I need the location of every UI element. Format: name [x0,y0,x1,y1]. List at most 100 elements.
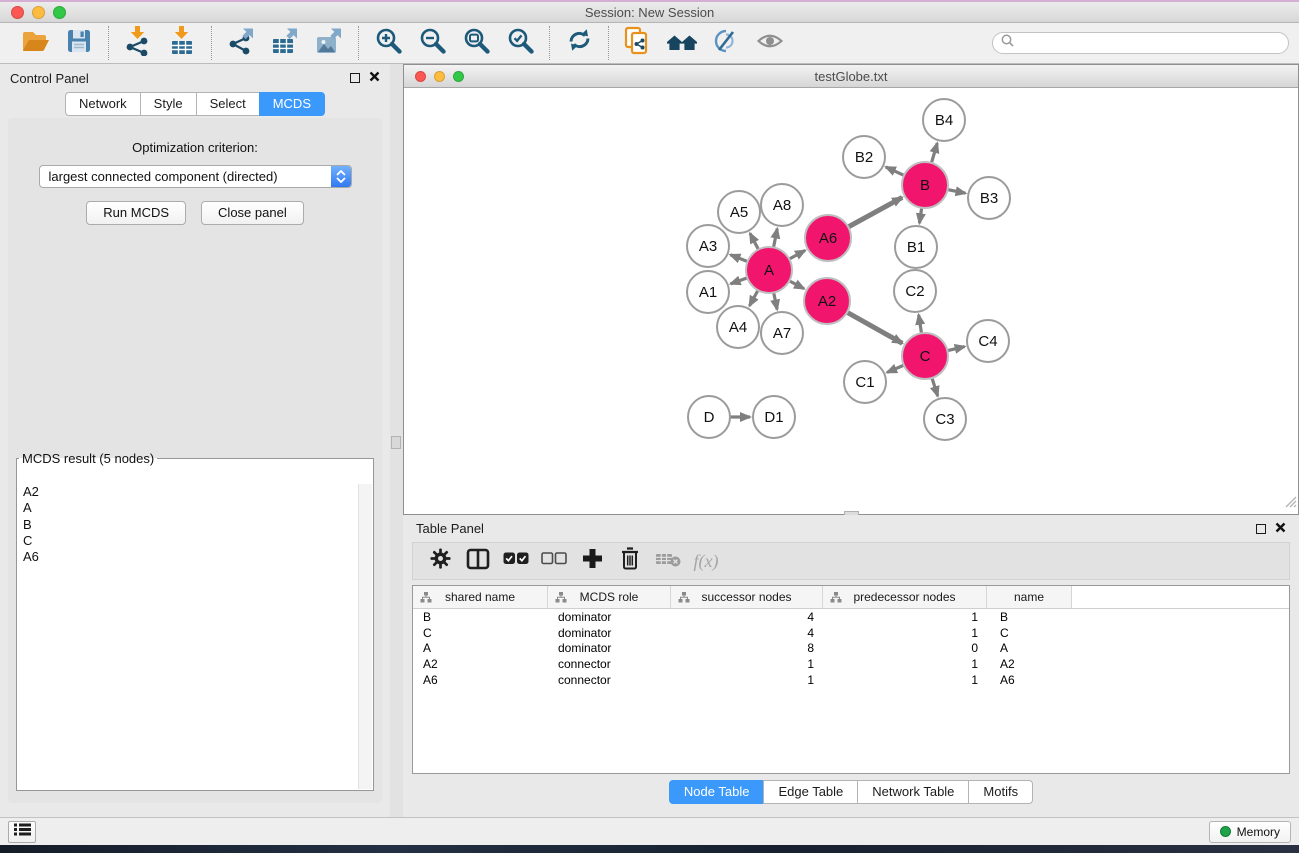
import-network-button[interactable] [120,26,156,60]
column-header-shared-name[interactable]: shared name [413,586,548,608]
deselect-all-button[interactable] [535,544,573,578]
hide-panels-button[interactable] [708,26,744,60]
graph-node-B4[interactable]: B4 [923,99,965,141]
graph-node-A5[interactable]: A5 [718,191,760,233]
graph-node-C1[interactable]: C1 [844,361,886,403]
result-item-c[interactable]: C [18,533,358,549]
result-item-a6[interactable]: A6 [18,549,358,565]
network-canvas[interactable]: B4 B2 B B3 A8A5 A6 A3 B1 A A1 C2 A2 A4A7 C4 C C1 C3 D D1 [404,88,1298,514]
graph-node-C2[interactable]: C2 [894,270,936,312]
result-item-a[interactable]: A [18,500,358,516]
zoom-out-button[interactable] [414,26,450,60]
export-image-button[interactable] [311,26,347,60]
open-session-button[interactable] [17,26,53,60]
result-scrollbar[interactable] [358,484,372,789]
criterion-select[interactable]: largest connected component (directed) [39,165,352,188]
graph-node-B1[interactable]: B1 [895,226,937,268]
network-zoom-button[interactable] [453,71,464,82]
run-mcds-button[interactable]: Run MCDS [86,201,186,225]
shared-column-icon [420,592,432,606]
table-row-B[interactable]: Bdominator41B [413,609,1289,625]
tab-mcds[interactable]: MCDS [259,92,325,116]
delete-column-button[interactable] [611,544,649,578]
float-table-panel-icon[interactable] [1256,524,1266,534]
window-traffic-lights [11,6,66,19]
import-table-button[interactable] [164,26,200,60]
graph-node-A2[interactable]: A2 [804,278,850,324]
import-network-icon [123,26,153,61]
graph-node-A[interactable]: A [746,247,792,293]
tab-select[interactable]: Select [196,92,260,116]
resize-grip-icon[interactable] [1283,494,1297,513]
column-header-mcds-role[interactable]: MCDS role [548,586,671,608]
column-view-button[interactable] [459,544,497,578]
select-all-button[interactable] [497,544,535,578]
minimize-window-button[interactable] [32,6,45,19]
zoom-selected-button[interactable] [502,26,538,60]
zoom-fit-button[interactable] [458,26,494,60]
tab-motifs[interactable]: Motifs [968,780,1033,804]
add-icon [582,548,603,574]
float-panel-icon[interactable] [350,73,360,83]
memory-status-icon [1220,826,1231,837]
table-row-C[interactable]: Cdominator41C [413,625,1289,641]
network-window-titlebar[interactable]: testGlobe.txt [404,65,1298,88]
table-settings-button[interactable] [421,544,459,578]
graph-node-A4[interactable]: A4 [717,306,759,348]
memory-button[interactable]: Memory [1209,821,1291,843]
cell-mcds-role: dominator [548,641,671,655]
table-row-A2[interactable]: A2connector11A2 [413,656,1289,672]
panel-divider[interactable] [390,64,403,817]
delete-table-button[interactable] [649,544,687,578]
graph-node-B3[interactable]: B3 [968,177,1010,219]
graph-node-C4[interactable]: C4 [967,320,1009,362]
export-network-button[interactable] [223,26,259,60]
close-panel-button[interactable]: Close panel [201,201,304,225]
graph-node-A6[interactable]: A6 [805,215,851,261]
add-column-button[interactable] [573,544,611,578]
home-pair-button[interactable] [664,26,700,60]
network-close-button[interactable] [415,71,426,82]
mcds-result-title: MCDS result (5 nodes) [19,451,157,466]
cell-shared-name: A2 [413,657,548,671]
table-row-A6[interactable]: A6connector11A6 [413,672,1289,688]
tab-network-table[interactable]: Network Table [857,780,969,804]
graph-node-A7[interactable]: A7 [761,312,803,354]
zoom-window-button[interactable] [53,6,66,19]
graph-node-D[interactable]: D [688,396,730,438]
export-table-button[interactable] [267,26,303,60]
graph-node-B[interactable]: B [902,162,948,208]
tab-style[interactable]: Style [140,92,197,116]
graph-node-C[interactable]: C [902,333,948,379]
result-item-b[interactable]: B [18,517,358,533]
column-header-name[interactable]: name [987,586,1072,608]
clone-network-button[interactable] [620,26,656,60]
graph-node-C3[interactable]: C3 [924,398,966,440]
svg-text:A2: A2 [818,293,836,310]
save-session-button[interactable] [61,26,97,60]
search-input[interactable] [1019,35,1280,51]
network-minimize-button[interactable] [434,71,445,82]
function-builder-button[interactable]: f(x) [687,544,725,578]
close-window-button[interactable] [11,6,24,19]
graph-node-B2[interactable]: B2 [843,136,885,178]
tab-edge-table[interactable]: Edge Table [763,780,858,804]
task-history-button[interactable] [8,821,36,843]
tab-network[interactable]: Network [65,92,141,116]
close-panel-icon[interactable] [369,69,380,87]
graph-node-A1[interactable]: A1 [687,271,729,313]
graph-node-A3[interactable]: A3 [687,225,729,267]
result-item-a2[interactable]: A2 [18,484,358,500]
close-table-panel-icon[interactable] [1275,520,1286,538]
zoom-in-button[interactable] [370,26,406,60]
column-header-predecessor-nodes[interactable]: predecessor nodes [823,586,987,608]
refresh-styles-button[interactable] [561,26,597,60]
graph-node-A8[interactable]: A8 [761,184,803,226]
show-hidden-button[interactable] [752,26,788,60]
tab-node-table[interactable]: Node Table [669,780,765,804]
divider-grip[interactable] [391,436,401,449]
table-row-A[interactable]: Adominator80A [413,641,1289,657]
column-header-successor-nodes[interactable]: successor nodes [671,586,823,608]
svg-text:C3: C3 [935,411,954,428]
graph-node-D1[interactable]: D1 [753,396,795,438]
